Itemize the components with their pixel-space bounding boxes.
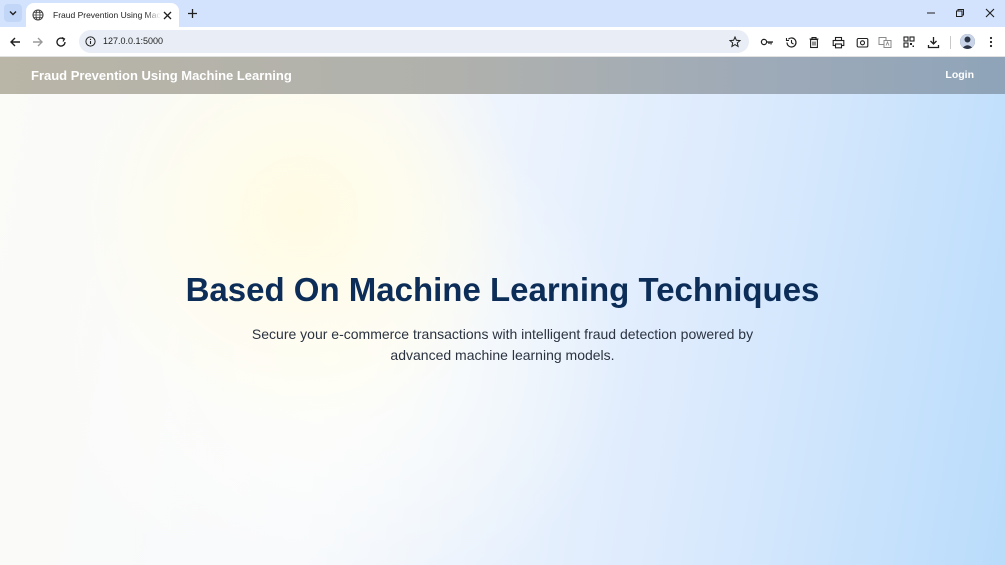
plus-icon <box>187 8 197 18</box>
tab-title: Fraud Prevention Using Machine Learning <box>53 10 161 20</box>
kebab-menu-icon <box>989 36 993 48</box>
restore-button[interactable] <box>952 5 968 21</box>
address-url: 127.0.0.1:5000 <box>103 36 164 46</box>
close-icon[interactable] <box>161 9 173 21</box>
restore-icon <box>956 9 964 17</box>
camera-icon <box>856 37 868 48</box>
address-bar[interactable]: 127.0.0.1:5000 <box>79 30 749 53</box>
toolbar-separator <box>950 36 951 49</box>
site-brand[interactable]: Fraud Prevention Using Machine Learning <box>31 68 292 83</box>
arrow-left-icon <box>10 37 20 47</box>
arrow-right-icon <box>33 37 43 47</box>
downloads-button[interactable] <box>925 34 941 50</box>
minimize-icon <box>927 12 935 14</box>
reload-button[interactable] <box>53 34 69 50</box>
trash-icon <box>809 36 819 48</box>
profile-avatar[interactable] <box>960 34 975 49</box>
window-close-button[interactable] <box>982 5 998 21</box>
reload-icon <box>56 36 66 47</box>
tab-search-button[interactable] <box>4 4 22 22</box>
delete-button[interactable] <box>806 34 822 50</box>
page-content: Fraud Prevention Using Machine Learning … <box>0 57 1005 565</box>
print-button[interactable] <box>830 34 846 50</box>
hero-subtitle: Secure your e-commerce transactions with… <box>251 326 754 363</box>
key-icon <box>760 38 773 46</box>
minimize-button[interactable] <box>923 5 939 21</box>
history-button[interactable] <box>783 34 799 50</box>
qr-code-button[interactable] <box>901 34 917 50</box>
forward-button[interactable] <box>30 34 46 50</box>
back-button[interactable] <box>7 34 23 50</box>
browser-toolbar: 127.0.0.1:5000 <box>0 27 1005 57</box>
star-icon[interactable] <box>728 35 741 48</box>
download-icon <box>927 36 939 48</box>
site-navbar: Fraud Prevention Using Machine Learning … <box>0 57 1005 94</box>
browser-tab[interactable]: Fraud Prevention Using Machine Learning <box>26 3 179 27</box>
screenshot-button[interactable] <box>854 34 870 50</box>
chevron-down-icon <box>9 11 17 16</box>
printer-icon <box>832 36 844 48</box>
user-icon <box>960 34 975 49</box>
translate-icon <box>878 36 892 48</box>
tab-strip: Fraud Prevention Using Machine Learning <box>0 0 1005 27</box>
login-link[interactable]: Login <box>945 69 974 81</box>
globe-icon <box>32 9 44 21</box>
menu-button[interactable] <box>983 34 999 50</box>
password-key-button[interactable] <box>759 34 775 50</box>
qr-code-icon <box>903 36 915 48</box>
new-tab-button[interactable] <box>185 6 199 20</box>
translate-button[interactable] <box>877 34 893 50</box>
hero-title: Based On Machine Learning Techniques <box>185 271 820 308</box>
history-icon <box>785 36 797 48</box>
site-info-icon[interactable] <box>84 35 97 48</box>
close-icon <box>985 8 995 18</box>
